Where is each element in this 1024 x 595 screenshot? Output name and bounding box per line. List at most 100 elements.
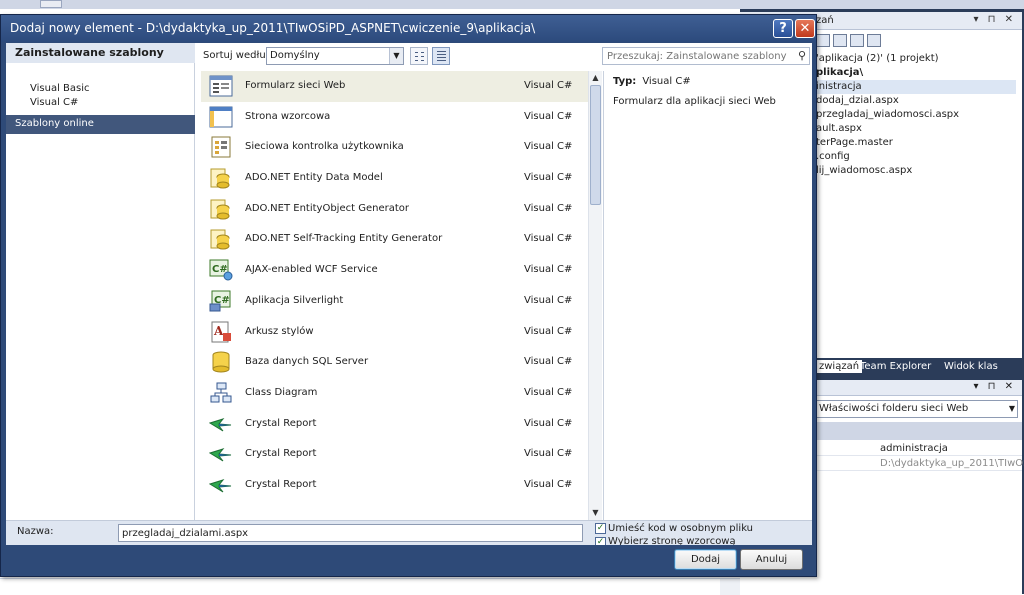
help-button[interactable]: ?: [773, 19, 793, 38]
template-name: Arkusz stylów: [245, 325, 314, 337]
tree-item[interactable]: dodaj_dzial.aspx: [816, 94, 1016, 108]
tree-item[interactable]: lij_wiadomosc.aspx: [816, 164, 1016, 178]
template-language: Visual C#: [524, 141, 573, 153]
list-item[interactable]: Class Diagram Visual C#: [201, 378, 588, 409]
category-visual-csharp[interactable]: Visual C#: [30, 97, 78, 108]
show-all-icon[interactable]: [833, 34, 847, 47]
tree-item[interactable]: terPage.master: [816, 136, 1016, 150]
list-item[interactable]: ADO.NET EntityObject Generator Visual C#: [201, 194, 588, 225]
template-name: ADO.NET Self-Tracking Entity Generator: [245, 233, 443, 245]
solution-tree: 'aplikacja (2)' (1 projekt) plikacja\ in…: [816, 52, 1016, 178]
details-description: Formularz dla aplikacji sieci Web: [613, 96, 776, 107]
tree-item[interactable]: inistracja: [816, 80, 1016, 94]
template-list: Formularz sieci Web Visual C# Strona wzo…: [201, 71, 588, 520]
list-item[interactable]: Baza danych SQL Server Visual C#: [201, 347, 588, 378]
solution-explorer-title: zań: [816, 15, 834, 26]
chevron-down-icon: ▼: [1008, 404, 1015, 413]
template-name: Crystal Report: [245, 448, 317, 460]
ide-bottom-gutter: [720, 579, 740, 595]
list-view-button[interactable]: [432, 47, 450, 65]
crystal-report-icon: [209, 478, 232, 493]
name-label: Nazwa:: [17, 526, 54, 537]
scroll-down-icon[interactable]: ▼: [589, 507, 602, 519]
close-button[interactable]: ✕: [795, 19, 815, 38]
list-item[interactable]: ADO.NET Entity Data Model Visual C#: [201, 163, 588, 194]
properties-object-label: Właściwości folderu sieci Web: [819, 403, 969, 414]
template-language: Visual C#: [524, 294, 573, 306]
small-icons-view-button[interactable]: [410, 47, 428, 65]
add-button[interactable]: Dodaj: [674, 549, 737, 570]
ide-menu-strip: [0, 0, 1024, 9]
list-item[interactable]: Strona wzorcowa Visual C#: [201, 102, 588, 133]
tab-solution-explorer[interactable]: związań: [816, 360, 863, 373]
chevron-down-icon: ▼: [389, 48, 403, 64]
list-item[interactable]: Formularz sieci Web Visual C#: [201, 71, 588, 102]
template-language: Visual C#: [524, 202, 573, 214]
template-language: Visual C#: [524, 356, 573, 368]
template-name: AJAX-enabled WCF Service: [245, 264, 378, 276]
name-area: Nazwa: ✓ Umieść kod w osobnym pliku ✓ Wy…: [6, 520, 812, 547]
scroll-up-icon[interactable]: ▲: [589, 72, 602, 84]
list-item[interactable]: Sieciowa kontrolka użytkownika Visual C#: [201, 132, 588, 163]
panel-pin-controls[interactable]: ▾ ⊓ ✕: [973, 381, 1016, 392]
property-row[interactable]: administracja: [816, 442, 1022, 456]
template-language: Visual C#: [524, 172, 573, 184]
tree-item[interactable]: .config: [816, 150, 1016, 164]
name-field[interactable]: [118, 524, 583, 542]
template-list-scrollbar[interactable]: ▲ ▼: [588, 71, 602, 520]
tree-item[interactable]: przegladaj_wiadomosci.aspx: [816, 108, 1016, 122]
template-language: Visual C#: [524, 264, 573, 276]
property-row[interactable]: D:\dydaktyka_up_2011\TIwOSiPD: [816, 457, 1024, 471]
properties-toolbar: [816, 422, 1022, 440]
sort-dropdown[interactable]: Domyślny ▼: [266, 47, 404, 65]
template-language: Visual C#: [524, 478, 573, 490]
silverlight-icon: C#: [209, 290, 231, 312]
list-item[interactable]: ADO.NET Self-Tracking Entity Generator V…: [201, 224, 588, 255]
cancel-button[interactable]: Anuluj: [740, 549, 803, 570]
details-type-label: Typ:: [613, 76, 637, 87]
category-visual-basic[interactable]: Visual Basic: [30, 83, 90, 94]
sort-value: Domyślny: [270, 50, 320, 61]
template-name: ADO.NET Entity Data Model: [245, 172, 383, 184]
search-input[interactable]: [603, 48, 788, 64]
template-name: ADO.NET EntityObject Generator: [245, 202, 409, 214]
template-name: Sieciowa kontrolka użytkownika: [245, 141, 404, 153]
tree-item[interactable]: ault.aspx: [816, 122, 1016, 136]
online-templates-header[interactable]: Szablony online: [6, 115, 195, 134]
tab-team-explorer[interactable]: Team Explorer: [860, 361, 931, 372]
refresh-icon[interactable]: [850, 34, 864, 47]
list-item[interactable]: C# AJAX-enabled WCF Service Visual C#: [201, 255, 588, 286]
tab-class-view[interactable]: Widok klas: [944, 361, 998, 372]
list-item[interactable]: Crystal Report Visual C#: [201, 470, 588, 501]
separate-code-checkbox[interactable]: ✓: [595, 523, 606, 534]
user-control-icon: [211, 136, 231, 158]
tree-item[interactable]: 'aplikacja (2)' (1 projekt): [816, 52, 1016, 66]
dialog-titlebar[interactable]: Dodaj nowy element - D:\dydaktyka_up_201…: [1, 15, 816, 42]
list-item[interactable]: C# Aplikacja Silverlight Visual C#: [201, 286, 588, 317]
panel-pin-controls[interactable]: ▾ ⊓ ✕: [973, 14, 1016, 25]
list-item[interactable]: Crystal Report Visual C#: [201, 439, 588, 470]
property-value: administracja: [880, 443, 948, 454]
toolbar-dropdown[interactable]: [40, 0, 62, 8]
search-icon[interactable]: ⚲: [798, 49, 806, 62]
template-search[interactable]: ⚲: [602, 47, 810, 65]
properties-icon[interactable]: [816, 34, 830, 47]
entity-generator-icon: [210, 199, 230, 220]
dialog-footer: Dodaj Anuluj: [6, 545, 812, 575]
separate-code-label[interactable]: Umieść kod w osobnym pliku: [608, 523, 753, 534]
template-name: Crystal Report: [245, 417, 317, 429]
template-language: Visual C#: [524, 386, 573, 398]
class-diagram-icon: [210, 382, 232, 403]
entity-model-icon: [210, 168, 230, 189]
sort-label: Sortuj według:: [203, 50, 276, 61]
view-in-browser-icon[interactable]: [867, 34, 881, 47]
properties-object-combo[interactable]: Właściwości folderu sieci Web ▼: [816, 400, 1018, 418]
list-item[interactable]: A Arkusz stylów Visual C#: [201, 317, 588, 348]
list-item[interactable]: Crystal Report Visual C#: [201, 409, 588, 440]
tree-item[interactable]: plikacja\: [816, 66, 1016, 80]
ide-bottom-area: [0, 578, 740, 595]
scrollbar-thumb[interactable]: [590, 85, 601, 205]
stylesheet-icon: A: [211, 321, 231, 342]
template-name: Strona wzorcowa: [245, 110, 331, 122]
installed-templates-header[interactable]: Zainstalowane szablony: [6, 43, 195, 63]
